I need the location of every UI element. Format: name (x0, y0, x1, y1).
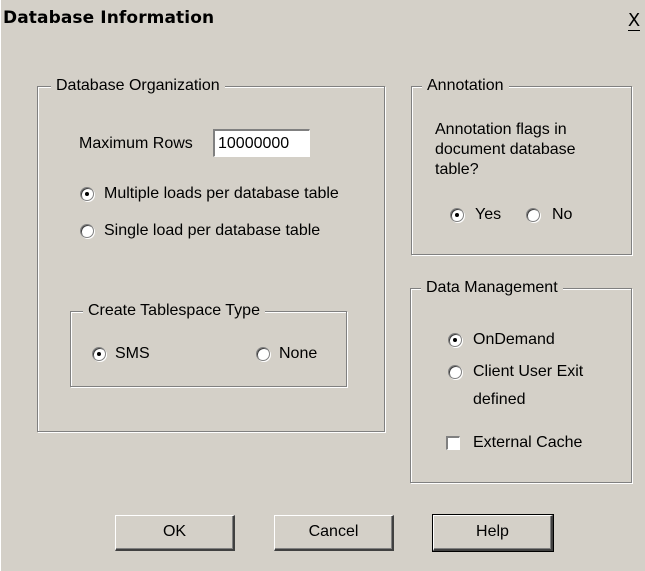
title-bar[interactable]: Database Information X (1, 0, 645, 36)
database-organization-legend: Database Organization (51, 76, 225, 96)
multiple-loads-label[interactable]: Multiple loads per database table (104, 184, 339, 204)
data-management-group: Data Management (410, 278, 632, 483)
sms-label[interactable]: SMS (115, 344, 150, 364)
tablespace-type-legend: Create Tablespace Type (83, 301, 265, 321)
database-information-dialog: Database Information X Database Organiza… (0, 0, 645, 571)
client-user-exit-radio[interactable] (448, 365, 462, 379)
close-icon: X (627, 10, 641, 31)
annotation-yes-label[interactable]: Yes (475, 205, 501, 225)
client-user-exit-label[interactable]: Client User Exit (473, 362, 583, 382)
close-button[interactable]: X (623, 11, 645, 31)
external-cache-checkbox[interactable] (446, 436, 460, 450)
window-title: Database Information (3, 8, 215, 28)
help-button[interactable]: Help (432, 514, 554, 552)
maximum-rows-input[interactable] (213, 129, 310, 157)
client-user-exit-label-line-2[interactable]: defined (473, 390, 526, 410)
annotation-yes-radio[interactable] (450, 208, 464, 222)
maximum-rows-label: Maximum Rows (79, 135, 193, 152)
ok-button[interactable]: OK (115, 515, 235, 551)
multiple-loads-radio[interactable] (80, 187, 94, 201)
ondemand-label[interactable]: OnDemand (473, 330, 555, 350)
annotation-no-label[interactable]: No (552, 205, 572, 225)
annotation-question-line-2: document database (435, 141, 576, 158)
cancel-button[interactable]: Cancel (274, 515, 394, 551)
annotation-no-radio[interactable] (526, 208, 540, 222)
sms-radio[interactable] (92, 347, 106, 361)
none-radio[interactable] (256, 347, 270, 361)
external-cache-label[interactable]: External Cache (473, 433, 582, 453)
single-load-radio[interactable] (80, 224, 94, 238)
none-label[interactable]: None (279, 344, 317, 364)
annotation-question-line-1: Annotation flags in (435, 121, 567, 138)
data-management-legend: Data Management (421, 278, 563, 298)
annotation-legend: Annotation (422, 76, 509, 96)
annotation-question-line-3: table? (435, 161, 479, 178)
single-load-label[interactable]: Single load per database table (104, 221, 320, 241)
ondemand-radio[interactable] (448, 333, 462, 347)
